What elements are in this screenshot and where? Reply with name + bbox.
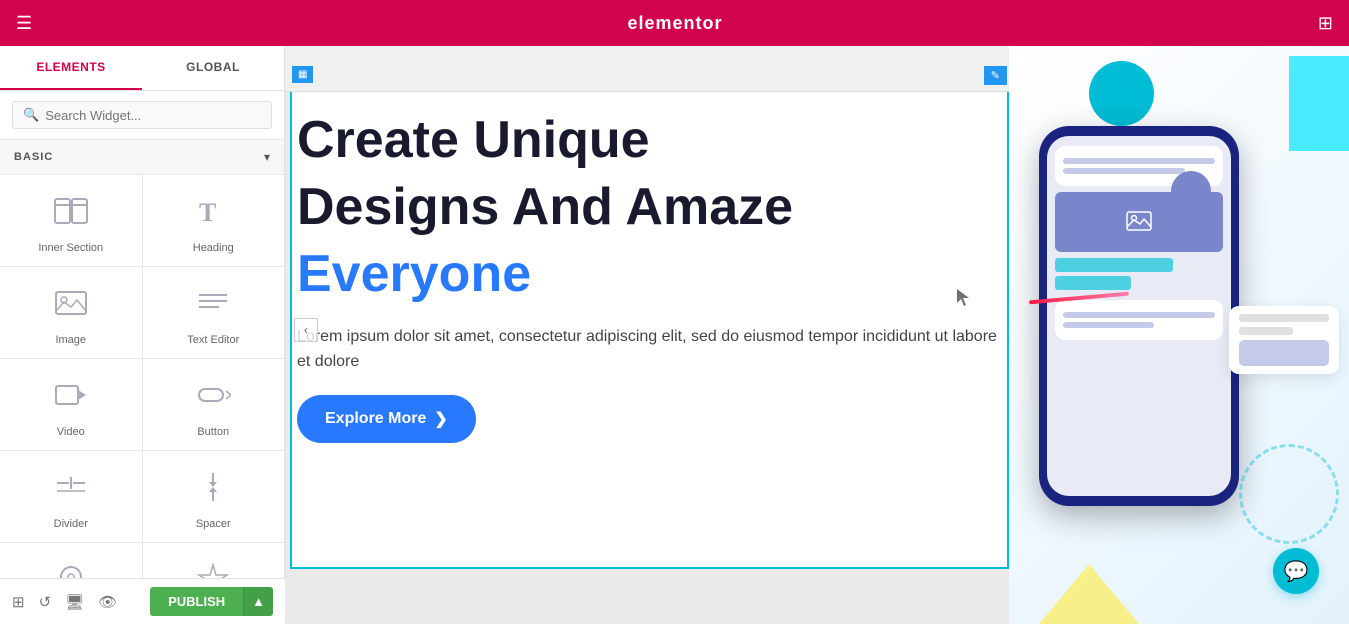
- sidebar: ELEMENTS GLOBAL 🔍 BASIC ▾: [0, 46, 285, 624]
- video-icon: [53, 377, 89, 418]
- widgets-grid: Inner Section T Heading: [0, 175, 284, 624]
- top-bar: ☰ elementor ⊞: [0, 0, 1349, 46]
- publish-dropdown-button[interactable]: ▲: [243, 587, 273, 616]
- history-icon[interactable]: ↺: [39, 593, 52, 611]
- search-input[interactable]: [45, 108, 261, 123]
- responsive-icon[interactable]: 🖥: [65, 593, 84, 611]
- float-line-1: [1239, 314, 1329, 322]
- top-bar-left: ☰: [16, 13, 32, 34]
- phone-mockup: [1039, 126, 1259, 546]
- main-layout: ELEMENTS GLOBAL 🔍 BASIC ▾: [0, 46, 1349, 624]
- heading-line1: Create Unique: [297, 112, 1002, 169]
- phone-outer: [1039, 126, 1239, 506]
- heading-line2: Designs And Amaze: [297, 179, 1002, 236]
- phone-line-3: [1063, 312, 1215, 318]
- phone-avatar: [1171, 171, 1211, 211]
- spacer-icon: [195, 469, 231, 510]
- element-handle-badge: ▦: [292, 66, 313, 83]
- bottom-bar: ⊞ ↺ 🖥 👁 PUBLISH ▲: [0, 578, 285, 624]
- widget-text-editor[interactable]: Text Editor: [143, 267, 285, 358]
- float-line-2: [1239, 327, 1293, 335]
- widget-text-editor-label: Text Editor: [187, 334, 239, 346]
- deco-rect-cyan: [1289, 56, 1349, 151]
- top-area: [285, 46, 1009, 92]
- nav-arrow-left[interactable]: ‹: [294, 318, 318, 342]
- publish-btn-wrapper: PUBLISH ▲: [150, 587, 273, 616]
- phone-teal-bar-1: [1055, 258, 1173, 272]
- bottom-icons: ⊞ ↺ 🖥 👁: [12, 593, 117, 611]
- inner-section-icon: [53, 193, 89, 234]
- widget-image-label: Image: [55, 334, 86, 346]
- widget-image[interactable]: Image: [0, 267, 142, 358]
- element-edit-handle[interactable]: ✎: [984, 66, 1007, 85]
- phone-line-4: [1063, 322, 1154, 328]
- tab-elements[interactable]: ELEMENTS: [0, 46, 142, 90]
- widget-divider-label: Divider: [54, 518, 88, 530]
- selected-element[interactable]: ▦ ✎ Create Unique Designs And Amaze Ever…: [290, 92, 1009, 569]
- element-top-handle: ▦: [292, 66, 313, 83]
- search-bar: 🔍: [0, 91, 284, 140]
- phone-line-1: [1063, 158, 1215, 164]
- layers-icon[interactable]: ⊞: [12, 593, 25, 611]
- explore-label: Explore More: [325, 410, 426, 428]
- widget-inner-section[interactable]: Inner Section: [0, 175, 142, 266]
- phone-screen: [1047, 136, 1231, 496]
- divider-icon: [53, 469, 89, 510]
- chat-icon: 💬: [1284, 559, 1309, 584]
- svg-text:T: T: [199, 198, 216, 227]
- widget-button[interactable]: Button: [143, 359, 285, 450]
- edit-pencil-icon: ✎: [991, 69, 1000, 82]
- hamburger-icon[interactable]: ☰: [16, 13, 32, 34]
- widget-spacer-label: Spacer: [196, 518, 231, 530]
- preview-icon[interactable]: 👁: [98, 593, 117, 611]
- handle-grid-icon: ▦: [298, 69, 307, 80]
- publish-button[interactable]: PUBLISH: [150, 587, 243, 616]
- section-toggle-basic[interactable]: ▾: [264, 150, 270, 164]
- phone-teal-bar-2: [1055, 276, 1131, 290]
- canvas-area[interactable]: ▦ ✎ Create Unique Designs And Amaze Ever…: [285, 46, 1349, 624]
- search-input-wrapper: 🔍: [12, 101, 272, 129]
- sidebar-tabs: ELEMENTS GLOBAL: [0, 46, 284, 91]
- grid-icon[interactable]: ⊞: [1318, 13, 1333, 34]
- widget-heading[interactable]: T Heading: [143, 175, 285, 266]
- deco-circle-outline: [1239, 444, 1339, 544]
- search-icon: 🔍: [23, 107, 39, 123]
- widget-inner-section-label: Inner Section: [38, 242, 103, 254]
- button-icon: [195, 377, 231, 418]
- elementor-logo: elementor: [628, 13, 723, 34]
- widget-heading-label: Heading: [193, 242, 234, 254]
- image-icon: [53, 285, 89, 326]
- floating-card: [1229, 306, 1339, 374]
- deco-circle-teal: [1089, 61, 1154, 126]
- text-editor-icon: [195, 285, 231, 326]
- explore-arrow-icon: ❯: [434, 409, 447, 429]
- deco-triangle: [1039, 564, 1139, 624]
- body-text: Lorem ipsum dolor sit amet, consectetur …: [297, 324, 1002, 375]
- heading-icon: T: [195, 193, 231, 234]
- chat-bubble-button[interactable]: 💬: [1273, 548, 1319, 594]
- phone-line-2: [1063, 168, 1185, 174]
- section-header-basic: BASIC ▾: [0, 140, 284, 175]
- heading-everyone: Everyone: [297, 246, 1002, 303]
- section-title-basic: BASIC: [14, 151, 53, 163]
- widget-button-label: Button: [197, 426, 229, 438]
- widget-divider[interactable]: Divider: [0, 451, 142, 542]
- widget-video-label: Video: [57, 426, 85, 438]
- phone-ui-card-2: [1055, 300, 1223, 340]
- tab-global[interactable]: GLOBAL: [142, 46, 284, 90]
- element-content: Create Unique Designs And Amaze Everyone…: [292, 92, 1007, 463]
- float-img: [1239, 340, 1329, 366]
- widget-spacer[interactable]: Spacer: [143, 451, 285, 542]
- widget-video[interactable]: Video: [0, 359, 142, 450]
- phone-teal-bars: [1055, 258, 1223, 290]
- right-deco: [1009, 46, 1349, 624]
- explore-more-button[interactable]: Explore More ❯: [297, 395, 476, 443]
